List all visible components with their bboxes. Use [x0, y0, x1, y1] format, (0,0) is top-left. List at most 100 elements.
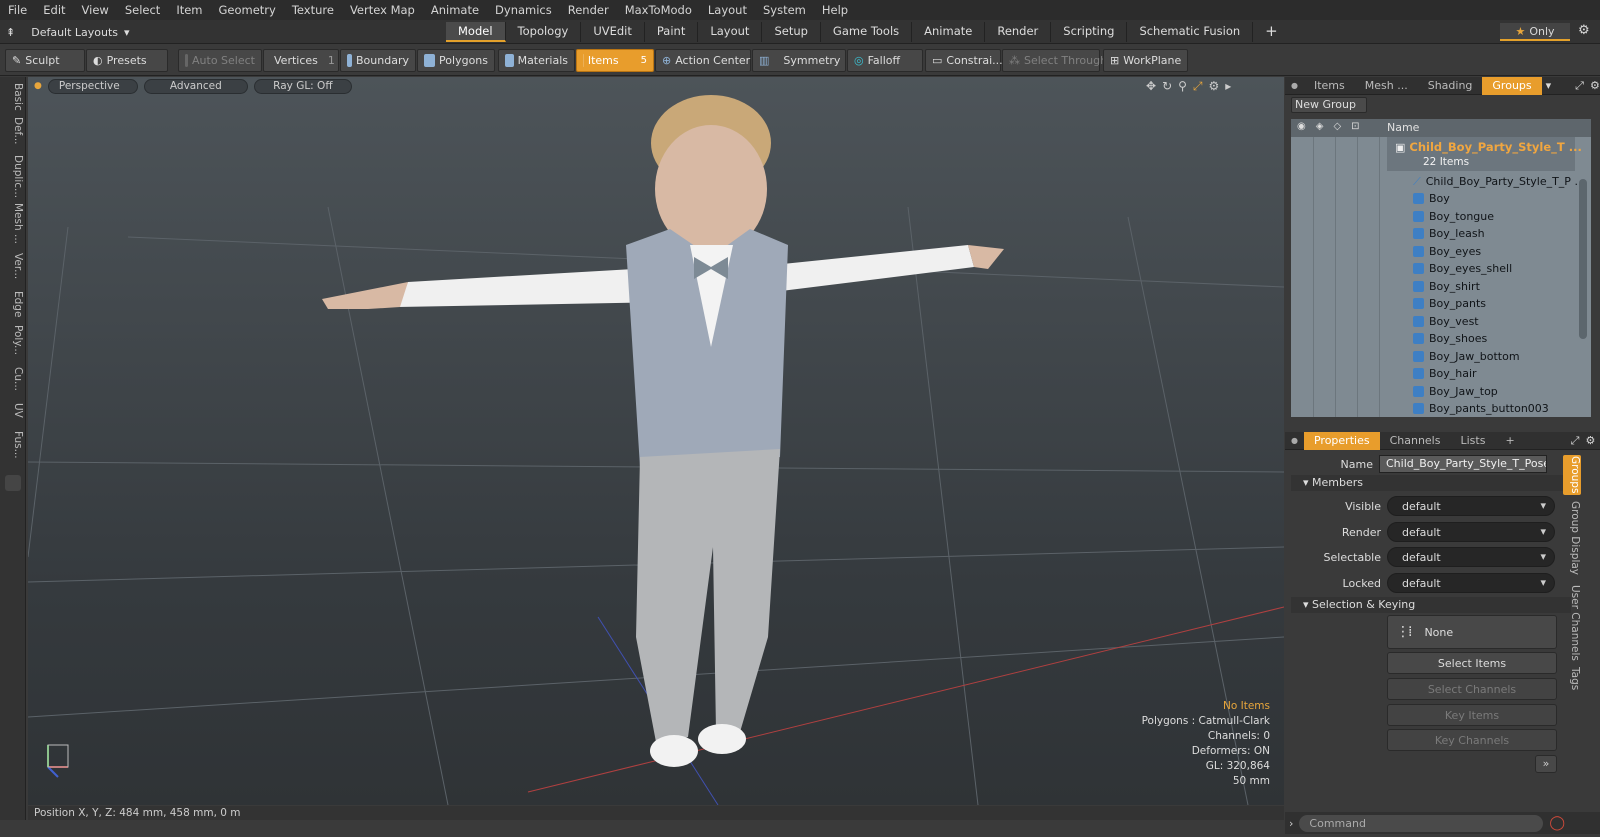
- tab-shading[interactable]: Shading: [1418, 77, 1483, 95]
- command-input[interactable]: Command: [1299, 814, 1544, 832]
- tab-schematic-fusion[interactable]: Schematic Fusion: [1127, 22, 1254, 42]
- left-tab-basic[interactable]: Basic: [2, 83, 24, 111]
- add-tab-icon[interactable]: +: [1253, 22, 1290, 42]
- tab-items[interactable]: Items: [1304, 77, 1355, 95]
- tab-layout[interactable]: Layout: [698, 22, 763, 42]
- lock-icon[interactable]: ⊡: [1351, 121, 1359, 132]
- view-type-dropdown[interactable]: Perspective: [47, 78, 138, 94]
- symmetry-button[interactable]: ▥ Symmetry: [752, 49, 846, 72]
- panel-gear-icon[interactable]: ⚙: [1590, 79, 1600, 92]
- tabs-dropdown-icon[interactable]: ▾: [1542, 79, 1556, 92]
- panel-gear-icon[interactable]: ⚙: [1585, 434, 1595, 447]
- side-tab-user-channels[interactable]: User Channels: [1563, 585, 1581, 661]
- list-item[interactable]: Boy_pants_button003: [1413, 400, 1549, 417]
- tab-paint[interactable]: Paint: [645, 22, 699, 42]
- more-arrows-icon[interactable]: »: [1535, 755, 1557, 773]
- list-item[interactable]: Boy_shirt: [1413, 278, 1480, 295]
- group-list-scrollbar[interactable]: [1579, 179, 1587, 339]
- menu-view[interactable]: View: [74, 3, 117, 17]
- expand-icon[interactable]: ⤢: [1575, 79, 1584, 93]
- workplane-button[interactable]: ⊞ WorkPlane: [1103, 49, 1188, 72]
- name-field[interactable]: Child_Boy_Party_Style_T_Pose (:: [1379, 455, 1547, 473]
- list-item[interactable]: Boy: [1413, 190, 1450, 207]
- left-tab-fusion[interactable]: Fus...: [2, 431, 24, 459]
- side-tab-group-display[interactable]: Group Display: [1563, 501, 1581, 575]
- constraints-button[interactable]: ▭ Constrai...: [925, 49, 1003, 72]
- expand-icon[interactable]: ⤢: [1571, 434, 1580, 448]
- tab-model[interactable]: Model: [446, 22, 506, 42]
- select-icon[interactable]: ◇: [1333, 121, 1341, 132]
- members-section[interactable]: ▾ Members: [1291, 475, 1571, 491]
- tab-lists[interactable]: Lists: [1450, 432, 1495, 450]
- list-item[interactable]: Boy_Jaw_top: [1413, 383, 1498, 400]
- tab-topology[interactable]: Topology: [506, 22, 582, 42]
- left-tab-polygon[interactable]: Poly...: [2, 325, 24, 355]
- items-button[interactable]: Items 5: [576, 49, 654, 72]
- menu-maxtomodo[interactable]: MaxToModo: [617, 3, 700, 17]
- list-item[interactable]: ⟋ Child_Boy_Party_Style_T_P ...: [1413, 173, 1585, 190]
- tab-groups[interactable]: Groups: [1482, 76, 1542, 95]
- falloff-button[interactable]: ◎ Falloff: [847, 49, 923, 72]
- tab-properties[interactable]: Properties: [1303, 431, 1380, 450]
- menu-select[interactable]: Select: [117, 3, 168, 17]
- pan-icon[interactable]: ✥: [1146, 79, 1156, 94]
- tab-scripting[interactable]: Scripting: [1051, 22, 1128, 42]
- tab-mesh[interactable]: Mesh ...: [1355, 77, 1418, 95]
- menu-system[interactable]: System: [755, 3, 814, 17]
- add-properties-tab[interactable]: +: [1495, 432, 1524, 450]
- list-item[interactable]: Boy_pants: [1413, 295, 1486, 312]
- menu-help[interactable]: Help: [814, 3, 856, 17]
- rotate-icon[interactable]: ↻: [1162, 79, 1172, 94]
- boundary-button[interactable]: Boundary: [340, 49, 416, 72]
- menu-layout[interactable]: Layout: [700, 3, 755, 17]
- vertices-button[interactable]: Vertices 1: [263, 49, 339, 72]
- select-through-button[interactable]: ⁂ Select Through: [1002, 49, 1107, 72]
- record-icon[interactable]: ◯: [1549, 815, 1565, 831]
- visible-dropdown[interactable]: default: [1387, 496, 1555, 516]
- list-item[interactable]: Boy_Jaw_bottom: [1413, 348, 1520, 365]
- auto-select-button[interactable]: Auto Select: [178, 49, 262, 72]
- none-button[interactable]: ⋮⁞ None: [1387, 615, 1557, 649]
- eye-icon[interactable]: ◉: [1297, 121, 1306, 132]
- sculpt-button[interactable]: ✎ Sculpt: [5, 49, 85, 72]
- left-tab-duplicate[interactable]: Duplic...: [2, 155, 24, 198]
- presets-button[interactable]: ◐ Presets: [86, 49, 168, 72]
- select-items-button[interactable]: Select Items: [1387, 652, 1557, 674]
- materials-button[interactable]: Materials: [498, 49, 575, 72]
- key-channels-button[interactable]: Key Channels: [1387, 729, 1557, 751]
- menu-render[interactable]: Render: [560, 3, 617, 17]
- tab-uvedit[interactable]: UVEdit: [581, 22, 645, 42]
- viewport-menu-dot-icon[interactable]: ●: [34, 81, 42, 91]
- tab-game-tools[interactable]: Game Tools: [821, 22, 913, 42]
- list-item[interactable]: Boy_tongue: [1413, 208, 1494, 225]
- menu-file[interactable]: File: [0, 3, 35, 17]
- group-list[interactable]: Name ◉ ◈ ◇ ⊡ ▣ Child_Boy_Party_Style_T .…: [1291, 119, 1591, 417]
- side-tab-groups[interactable]: Groups: [1563, 455, 1581, 495]
- menu-item[interactable]: Item: [168, 3, 210, 17]
- fit-icon[interactable]: ⤢: [1193, 79, 1203, 94]
- selectable-dropdown[interactable]: default: [1387, 547, 1555, 567]
- new-group-button[interactable]: New Group: [1291, 97, 1367, 113]
- layouts-dropdown[interactable]: ⇞ Default Layouts ▾: [6, 23, 130, 41]
- menu-dynamics[interactable]: Dynamics: [487, 3, 560, 17]
- 3d-viewport[interactable]: ● Perspective Advanced Ray GL: Off ✥ ↻ ⚲…: [28, 77, 1284, 805]
- list-item[interactable]: Boy_vest: [1413, 313, 1479, 330]
- side-tab-tags[interactable]: Tags: [1563, 667, 1581, 690]
- left-tab-edge[interactable]: Edge: [2, 291, 24, 317]
- left-panel-toggle[interactable]: [5, 475, 21, 491]
- render-dropdown[interactable]: default: [1387, 522, 1555, 542]
- menu-texture[interactable]: Texture: [284, 3, 342, 17]
- menu-edit[interactable]: Edit: [35, 3, 73, 17]
- menu-vertex-map[interactable]: Vertex Map: [342, 3, 423, 17]
- shading-dropdown[interactable]: Advanced: [143, 78, 248, 94]
- only-toggle[interactable]: ★ Only: [1500, 23, 1570, 41]
- viewport-gear-icon[interactable]: ⚙: [1209, 79, 1220, 94]
- menu-animate[interactable]: Animate: [423, 3, 487, 17]
- select-channels-button[interactable]: Select Channels: [1387, 678, 1557, 700]
- viewport-expand-icon[interactable]: ▸: [1225, 79, 1231, 94]
- gear-icon[interactable]: ⚙: [1578, 23, 1590, 38]
- tab-setup[interactable]: Setup: [762, 22, 821, 42]
- zoom-icon[interactable]: ⚲: [1178, 79, 1187, 94]
- list-item[interactable]: Boy_hair: [1413, 365, 1477, 382]
- tab-channels[interactable]: Channels: [1380, 432, 1451, 450]
